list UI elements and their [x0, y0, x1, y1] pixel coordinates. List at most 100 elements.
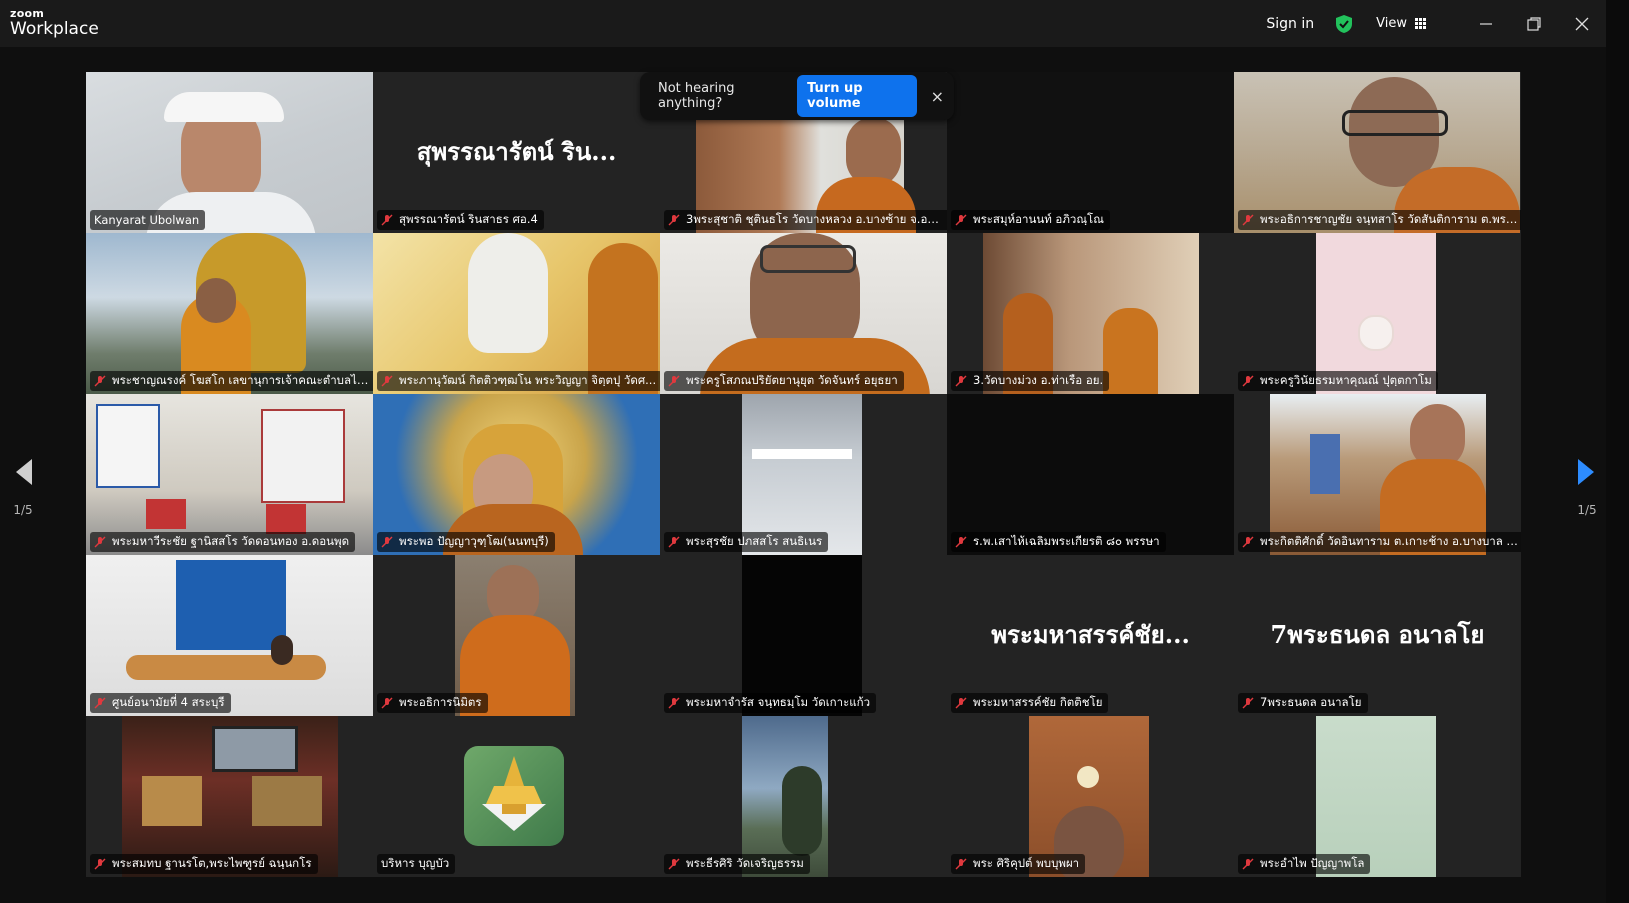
participant-name: พระอธิการนิมิตร [399, 695, 482, 709]
participant-tile[interactable]: พระกิตติศักดิ์ วัดอินทาราม ต.เกาะช้าง อ.… [1234, 394, 1521, 555]
participant-tile[interactable]: 7พระธนดล อนาลโย 7พระธนดล อนาลโย [1234, 555, 1521, 716]
participant-name: สุพรรณารัตน์ รินสาธร ศอ.4 [399, 212, 538, 226]
view-button[interactable]: View [1376, 16, 1426, 31]
participant-name-label: ร.พ.เสาไห้เฉลิมพระเกียรติ ๘๐ พรรษา [951, 532, 1166, 552]
security-shield-icon[interactable] [1334, 14, 1354, 34]
participant-video [983, 233, 1199, 394]
window-edge [1606, 0, 1629, 903]
participant-name-label: พระสุรชัย ปภสสโร สนธิเนร [664, 532, 829, 552]
logo-workplace: Workplace [10, 19, 99, 39]
app-logo: zoom Workplace [10, 8, 99, 38]
participant-tile[interactable]: บริหาร บุญบัว [373, 716, 660, 877]
mic-muted-icon [94, 858, 106, 870]
prev-page-nav[interactable]: 1/5 [8, 457, 38, 517]
participant-tile[interactable]: Kanyarat Ubolwan [86, 72, 373, 233]
participant-name-label: Kanyarat Ubolwan [90, 210, 206, 230]
participant-tile[interactable]: พระพอ ปัญญาวุฑฺโฒ(นนทบุรี) [373, 394, 660, 555]
participant-name: พระพอ ปัญญาวุฑฺโฒ(นนทบุรี) [399, 534, 549, 548]
participant-name-label: บริหาร บุญบัว [377, 854, 456, 874]
mic-muted-icon [668, 536, 680, 548]
participant-name-label: พระมหาสรรค์ชัย กิตติชโย [951, 693, 1109, 713]
participant-name: 3.วัดบางม่วง อ.ท่าเรือ อย. [973, 373, 1104, 387]
participant-tile[interactable]: พระครูวินัยธรมหาคุณณ์ ปุตฺตกาโม [1234, 233, 1521, 394]
participant-video [742, 394, 862, 555]
participant-name-label: 3.วัดบางม่วง อ.ท่าเรือ อย. [951, 371, 1110, 391]
participant-tile[interactable]: พระธีรศิริ วัดเจริญธรรม [660, 716, 947, 877]
mic-muted-icon [1242, 858, 1254, 870]
participant-name: พระอธิการชาญชัย จนฺทสาโร วัดสันติการาม ต… [1260, 212, 1519, 226]
participant-tile[interactable]: พระอำไพ ปัญญาพโล [1234, 716, 1521, 877]
participant-name: ร.พ.เสาไห้เฉลิมพระเกียรติ ๘๐ พรรษา [973, 534, 1160, 548]
participant-name: พระภานุวัฒน์ กิตติวฑฺฒโน พระวิญญา จิตฺตป… [399, 373, 657, 387]
participant-name-label: พระอธิการชาญชัย จนฺทสาโร วัดสันติการาม ต… [1238, 210, 1521, 230]
participant-tile[interactable]: พระมหาวีระชัย ฐานิสสโร วัดดอนทอง อ.ดอนพุ… [86, 394, 373, 555]
restore-icon [1527, 16, 1541, 31]
participant-name: พระธีรศิริ วัดเจริญธรรม [686, 856, 804, 870]
participant-name: พระสมทบ ฐานรโต,พระไพฑูรย์ ฉนฺนกโร [112, 856, 312, 870]
participant-tile[interactable]: ศูนย์อนามัยที่ 4 สระบุรี [86, 555, 373, 716]
close-notice-button[interactable]: × [931, 87, 944, 106]
participant-tile[interactable]: พระสมทบ ฐานรโต,พระไพฑูรย์ ฉนฺนกโร [86, 716, 373, 877]
sign-in-button[interactable]: Sign in [1266, 16, 1314, 32]
mic-muted-icon [94, 697, 106, 709]
participant-video [947, 72, 1234, 233]
participant-tile[interactable]: ร.พ.เสาไห้เฉลิมพระเกียรติ ๘๐ พรรษา [947, 394, 1234, 555]
turn-up-volume-button[interactable]: Turn up volume [797, 75, 917, 117]
participant-tile[interactable]: พระชาญณรงค์ โฆสโก เลขานุการเจ้าคณะตำบลไท… [86, 233, 373, 394]
restore-button[interactable] [1510, 0, 1558, 47]
mic-muted-icon [668, 697, 680, 709]
participant-name-label: พระครูวินัยธรมหาคุณณ์ ปุตฺตกาโม [1238, 371, 1438, 391]
participant-tile[interactable]: พระมหาสรรค์ชัย... พระมหาสรรค์ชัย กิตติชโ… [947, 555, 1234, 716]
title-bar: zoom Workplace Sign in View [0, 0, 1606, 47]
participant-tile[interactable]: พระสมุห์อานนท์ อภิวณฺโณ [947, 72, 1234, 233]
close-window-button[interactable] [1558, 0, 1606, 47]
participant-name: พระมหาวีระชัย ฐานิสสโร วัดดอนทอง อ.ดอนพุ… [112, 534, 350, 548]
participant-video [1316, 716, 1436, 877]
participant-tile[interactable]: พระ ศิริคุปต์ พบบุพผา [947, 716, 1234, 877]
participant-tile[interactable]: พระครูโสภณปริยัตยานุยุต วัดจันทร์ อยุธยา [660, 233, 947, 394]
view-label: View [1376, 16, 1407, 31]
participant-name: พระอำไพ ปัญญาพโล [1260, 856, 1365, 870]
page-indicator-left: 1/5 [13, 503, 33, 517]
participant-tile[interactable]: พระอธิการชาญชัย จนฺทสาโร วัดสันติการาม ต… [1234, 72, 1521, 233]
participant-video [455, 555, 575, 716]
mic-muted-icon [668, 858, 680, 870]
participant-name-label: พระธีรศิริ วัดเจริญธรรม [664, 854, 810, 874]
participant-tile[interactable]: พระสุรชัย ปภสสโร สนธิเนร [660, 394, 947, 555]
mic-muted-icon [1242, 214, 1254, 226]
participant-name-label: พระมหาจำรัส จนฺทธมฺโม วัดเกาะแก้ว [664, 693, 877, 713]
logo-zoom: zoom [10, 7, 45, 20]
participant-name: Kanyarat Ubolwan [94, 213, 200, 227]
participant-video [86, 72, 373, 233]
participant-tile[interactable]: 3.วัดบางม่วง อ.ท่าเรือ อย. [947, 233, 1234, 394]
participant-name-label: พระมหาวีระชัย ฐานิสสโร วัดดอนทอง อ.ดอนพุ… [90, 532, 356, 552]
participant-name-label: 3พระสุชาติ ชุตินธโร วัดบางหลวง อ.บางซ้าย… [664, 210, 947, 230]
participant-name: พระ ศิริคุปต์ พบบุพผา [973, 856, 1080, 870]
participant-avatar [464, 746, 564, 846]
mic-muted-icon [1242, 536, 1254, 548]
participant-name-label: 7พระธนดล อนาลโย [1238, 693, 1368, 713]
minimize-button[interactable] [1462, 0, 1510, 47]
temple-avatar-icon [482, 756, 546, 831]
participant-tile[interactable]: พระมหาจำรัส จนฺทธมฺโม วัดเกาะแก้ว [660, 555, 947, 716]
close-icon [1575, 17, 1589, 30]
participant-tile[interactable]: พระอธิการนิมิตร [373, 555, 660, 716]
participant-name: พระครูวินัยธรมหาคุณณ์ ปุตฺตกาโม [1260, 373, 1432, 387]
participant-name-label: พระ ศิริคุปต์ พบบุพผา [951, 854, 1086, 874]
participant-name-label: พระกิตติศักดิ์ วัดอินทาราม ต.เกาะช้าง อ.… [1238, 532, 1521, 552]
participant-name-label: พระครูโสภณปริยัตยานุยุต วัดจันทร์ อยุธยา [664, 371, 904, 391]
mic-muted-icon [955, 697, 967, 709]
participant-name-label: พระชาญณรงค์ โฆสโก เลขานุการเจ้าคณะตำบลไท… [90, 371, 373, 391]
participant-video [1316, 233, 1436, 394]
mic-muted-icon [381, 375, 393, 387]
participant-video [86, 233, 373, 394]
participant-video [742, 555, 862, 716]
next-page-nav[interactable]: 1/5 [1572, 457, 1602, 517]
participant-name: พระชาญณรงค์ โฆสโก เลขานุการเจ้าคณะตำบลไท… [112, 373, 371, 387]
minimize-icon [1480, 22, 1492, 25]
participant-tile[interactable]: พระภานุวัฒน์ กิตติวฑฺฒโน พระวิญญา จิตฺตป… [373, 233, 660, 394]
participant-video [660, 233, 947, 394]
participant-name: พระมหาสรรค์ชัย กิตติชโย [973, 695, 1103, 709]
participant-name-label: พระสมทบ ฐานรโต,พระไพฑูรย์ ฉนฺนกโร [90, 854, 318, 874]
participant-tile[interactable]: สุพรรณารัตน์ ริน... สุพรรณารัตน์ รินสาธร… [373, 72, 660, 233]
